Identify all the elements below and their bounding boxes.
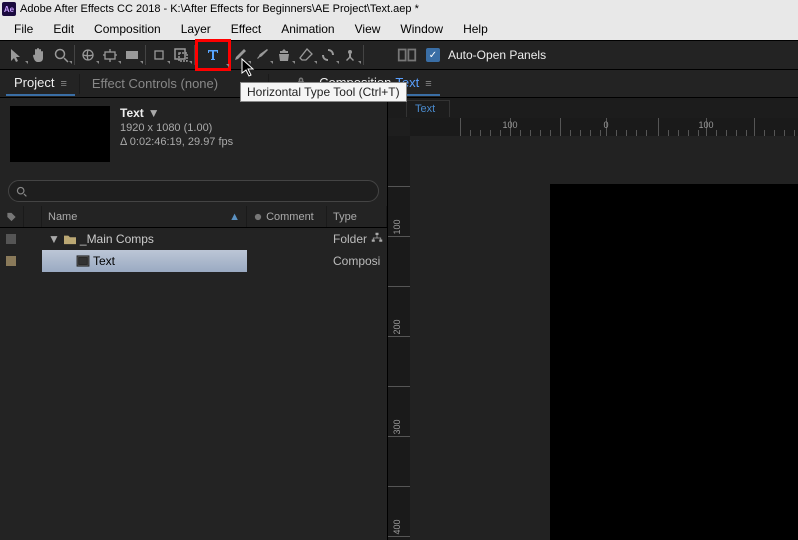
panel-menu-icon[interactable] xyxy=(425,75,431,90)
menu-composition[interactable]: Composition xyxy=(84,20,171,38)
separator xyxy=(363,45,364,65)
menu-effect[interactable]: Effect xyxy=(221,20,271,38)
tooltip: Horizontal Type Tool (Ctrl+T) xyxy=(240,82,407,102)
menu-edit[interactable]: Edit xyxy=(43,20,84,38)
menu-layer[interactable]: Layer xyxy=(171,20,221,38)
selection-tool[interactable] xyxy=(6,44,28,66)
menu-help[interactable]: Help xyxy=(453,20,498,38)
toolbar-right: Auto-Open Panels xyxy=(396,44,546,66)
item-name: Text xyxy=(93,254,115,268)
menu-view[interactable]: View xyxy=(345,20,391,38)
comp-resolution: 1920 x 1080 (1.00) xyxy=(120,122,233,134)
roto-brush-tool[interactable] xyxy=(317,44,339,66)
shape-tool[interactable] xyxy=(170,44,192,66)
column-name[interactable]: Name ▲ xyxy=(42,206,247,227)
viewer-tab[interactable]: Text xyxy=(406,100,450,117)
composition-icon xyxy=(76,255,90,267)
item-name: _Main Comps xyxy=(80,232,154,246)
puppet-pin-tool[interactable] xyxy=(339,44,361,66)
menu-window[interactable]: Window xyxy=(390,20,453,38)
project-item-folder[interactable]: ▼ _Main Comps Folder xyxy=(0,228,387,250)
menu-animation[interactable]: Animation xyxy=(271,20,344,38)
clone-stamp-tool[interactable] xyxy=(273,44,295,66)
label-color-chip[interactable] xyxy=(6,256,16,266)
menu-file[interactable]: File xyxy=(4,20,43,38)
pen-tool[interactable] xyxy=(229,44,251,66)
title-bar: Ae Adobe After Effects CC 2018 - K:\Afte… xyxy=(0,0,798,18)
twirl-down-icon[interactable]: ▼ xyxy=(48,232,60,246)
orbit-tool[interactable] xyxy=(77,44,99,66)
main-area: Text ▼ 1920 x 1080 (1.00) Δ 0:02:46:19, … xyxy=(0,98,798,540)
tab-project-label: Project xyxy=(14,75,54,90)
item-type: Folder xyxy=(333,232,367,246)
column-type[interactable]: Type xyxy=(327,206,387,227)
canvas-area[interactable] xyxy=(410,136,798,540)
flowchart-icon[interactable] xyxy=(371,232,383,247)
ruler-horizontal: 1000100200300400 xyxy=(410,118,798,136)
separator xyxy=(194,45,195,65)
column-name-label: Name xyxy=(48,211,77,223)
ruler-vertical: 100200300400 xyxy=(388,136,410,540)
rotation-tool[interactable] xyxy=(148,44,170,66)
comment-icon xyxy=(253,212,263,222)
chevron-down-icon[interactable]: ▼ xyxy=(148,106,160,120)
composition-viewer: Text 1000100200300400 100200300400 xyxy=(388,98,798,540)
menu-bar: File Edit Composition Layer Effect Anima… xyxy=(0,18,798,40)
comp-duration: Δ 0:02:46:19, 29.97 fps xyxy=(120,136,233,148)
eraser-tool[interactable] xyxy=(295,44,317,66)
hand-tool[interactable] xyxy=(28,44,50,66)
separator xyxy=(145,45,146,65)
separator xyxy=(74,45,75,65)
zoom-tool[interactable] xyxy=(50,44,72,66)
brush-tool[interactable] xyxy=(251,44,273,66)
app-icon: Ae xyxy=(2,2,16,16)
composition-canvas[interactable] xyxy=(550,184,798,540)
type-tool[interactable] xyxy=(197,41,229,69)
comp-name-label: Text ▼ xyxy=(120,106,233,120)
track-xy-tool[interactable] xyxy=(99,44,121,66)
column-comment[interactable]: Comment xyxy=(247,206,327,227)
track-z-tool[interactable] xyxy=(121,44,143,66)
tool-bar: Auto-Open Panels xyxy=(0,40,798,70)
project-item-comp[interactable]: Text Composi xyxy=(0,250,387,272)
panel-menu-icon[interactable] xyxy=(60,75,66,90)
label-color-chip[interactable] xyxy=(6,234,16,244)
project-info: Text ▼ 1920 x 1080 (1.00) Δ 0:02:46:19, … xyxy=(0,98,387,176)
tab-effect-controls[interactable]: Effect Controls (none) xyxy=(84,72,226,95)
auto-open-panels-checkbox[interactable] xyxy=(426,48,440,62)
comp-name-text: Text xyxy=(120,106,144,120)
snapping-icon[interactable] xyxy=(396,44,418,66)
item-type: Composi xyxy=(327,250,387,272)
project-table-header: Name ▲ Comment Type xyxy=(0,206,387,228)
window-title: Adobe After Effects CC 2018 - K:\After E… xyxy=(20,3,419,15)
viewer-tab-bar: Text xyxy=(388,98,798,118)
search-input[interactable] xyxy=(8,180,379,202)
search-icon xyxy=(15,185,28,198)
column-label-color[interactable] xyxy=(0,206,24,227)
column-gap xyxy=(24,206,42,227)
auto-open-panels-label: Auto-Open Panels xyxy=(448,48,546,62)
separator xyxy=(79,74,80,94)
sort-asc-icon: ▲ xyxy=(229,211,240,223)
project-panel: Text ▼ 1920 x 1080 (1.00) Δ 0:02:46:19, … xyxy=(0,98,388,540)
tab-project[interactable]: Project xyxy=(6,71,75,96)
composition-thumbnail[interactable] xyxy=(10,106,110,162)
search-row xyxy=(0,176,387,206)
column-comment-label: Comment xyxy=(266,211,314,223)
folder-icon xyxy=(63,233,77,245)
